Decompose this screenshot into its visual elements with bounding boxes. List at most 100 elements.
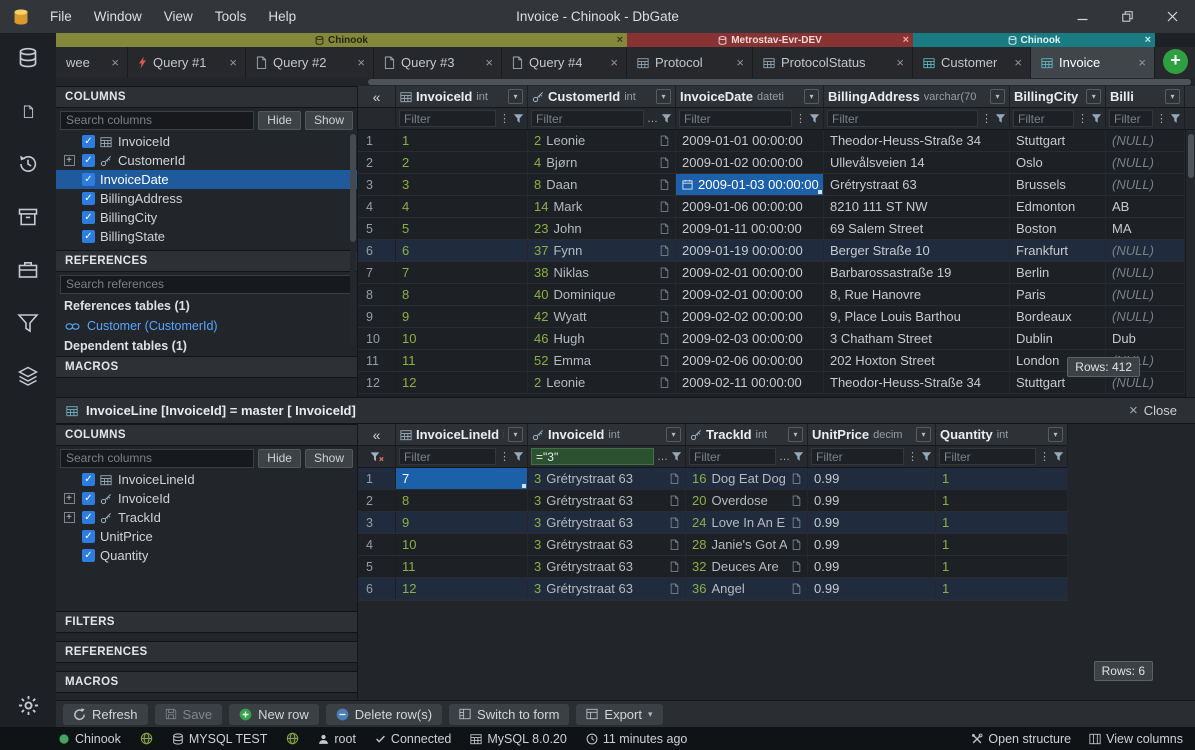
close-group-icon[interactable]: × xyxy=(903,33,909,47)
column-dropdown-button[interactable]: ▾ xyxy=(508,427,523,442)
cell-customerid[interactable]: 2Leonie xyxy=(528,130,676,151)
cell-customerid[interactable]: 23John xyxy=(528,218,676,239)
column-header-invoiceid[interactable]: InvoiceIdint▾ xyxy=(396,86,528,107)
row-number[interactable]: 3 xyxy=(358,512,396,533)
funnel-icon[interactable] xyxy=(809,113,820,124)
funnel-icon[interactable] xyxy=(671,451,682,462)
tab-wee[interactable]: wee× xyxy=(56,47,128,78)
column-dropdown-button[interactable]: ▾ xyxy=(804,89,819,104)
cell-invoiceid-fk[interactable]: 3Grétrystraat 63 xyxy=(528,512,686,533)
filter-input-unitprice[interactable]: Filter xyxy=(811,448,904,465)
lookup-document-icon[interactable] xyxy=(792,561,801,572)
cell-invoiceid[interactable]: 4 xyxy=(396,196,528,217)
funnel-icon[interactable] xyxy=(793,451,804,462)
cell-invoicedate[interactable]: 2009-01-06 00:00:00 xyxy=(676,196,824,217)
filter-input-invoiceid[interactable]: Filter xyxy=(399,110,496,127)
checkbox-billingaddress[interactable] xyxy=(82,192,95,205)
restore-button[interactable] xyxy=(1105,0,1150,33)
lookup-document-icon[interactable] xyxy=(792,473,801,484)
cell-billingcity[interactable]: Edmonton xyxy=(1010,196,1106,217)
cell-quantity[interactable]: 1 xyxy=(936,556,1068,577)
cell-billingcity[interactable]: Paris xyxy=(1010,284,1106,305)
cell-customerid[interactable]: 2Leonie xyxy=(528,372,676,393)
column-item-invoicelineid[interactable]: InvoiceLineId xyxy=(56,470,357,489)
filter-menu-button[interactable]: ⋮ xyxy=(1039,450,1050,463)
column-dropdown-button[interactable]: ▾ xyxy=(916,427,931,442)
close-tab-icon[interactable]: × xyxy=(229,55,237,70)
checkbox-unitprice[interactable] xyxy=(82,530,95,543)
lookup-document-icon[interactable] xyxy=(660,289,669,300)
export-button[interactable]: Export▾ xyxy=(576,704,662,725)
new-tab-button[interactable]: + xyxy=(1163,49,1188,74)
layers-icon[interactable] xyxy=(16,364,40,388)
column-item-invoicedate[interactable]: InvoiceDate xyxy=(56,170,357,189)
cell-customerid[interactable]: 4Bjørn xyxy=(528,152,676,173)
row-number[interactable]: 6 xyxy=(358,578,396,599)
funnel-icon[interactable] xyxy=(921,451,932,462)
cell-customerid[interactable]: 37Fynn xyxy=(528,240,676,261)
row-number[interactable]: 6 xyxy=(358,240,396,261)
column-dropdown-button[interactable]: ▾ xyxy=(508,89,523,104)
close-tab-icon[interactable]: × xyxy=(1138,55,1146,70)
tab-group-chinook-2[interactable]: Chinook× xyxy=(913,33,1155,47)
close-tab-icon[interactable]: × xyxy=(610,55,618,70)
filter-menu-button[interactable]: ⋮ xyxy=(499,112,510,125)
lookup-document-icon[interactable] xyxy=(670,495,679,506)
filter-input-billingcity[interactable]: Filter xyxy=(1013,110,1074,127)
cell-invoiceid[interactable]: 3 xyxy=(396,174,528,195)
checkbox-customerid[interactable] xyxy=(82,154,95,167)
cell-invoiceid-fk[interactable]: 3Grétrystraat 63 xyxy=(528,468,686,489)
cell-invoiceid-fk[interactable]: 3Grétrystraat 63 xyxy=(528,490,686,511)
column-header-billi[interactable]: Billi▾ xyxy=(1106,86,1185,107)
cell-billingcity[interactable]: Stuttgart xyxy=(1010,130,1106,151)
cell-invoiceid[interactable]: 9 xyxy=(396,306,528,327)
menu-view[interactable]: View xyxy=(153,0,204,33)
cell-customerid[interactable]: 42Wyatt xyxy=(528,306,676,327)
row-number[interactable]: 1 xyxy=(358,468,396,489)
cell-billingaddress[interactable]: Grétrystraat 63 xyxy=(824,174,1010,195)
cell-billingaddress[interactable]: Theodor-Heuss-Straße 34 xyxy=(824,372,1010,393)
row-number[interactable]: 4 xyxy=(358,534,396,555)
tabs-scrollbar[interactable] xyxy=(56,78,1195,86)
row-number[interactable]: 3 xyxy=(358,174,396,195)
cell-unitprice[interactable]: 0.99 xyxy=(808,534,936,555)
cell-billingaddress[interactable]: 9, Place Louis Barthou xyxy=(824,306,1010,327)
cell-quantity[interactable]: 1 xyxy=(936,490,1068,511)
column-header-quantity[interactable]: Quantityint▾ xyxy=(936,424,1068,445)
column-header-unitprice[interactable]: UnitPricedecim▾ xyxy=(808,424,936,445)
row-number[interactable]: 2 xyxy=(358,490,396,511)
column-header-customerid[interactable]: CustomerIdint▾ xyxy=(528,86,676,107)
row-number[interactable]: 1 xyxy=(358,130,396,151)
column-item-invoiceid[interactable]: InvoiceId xyxy=(56,132,357,151)
cell-trackid[interactable]: 28Janie's Got A xyxy=(686,534,808,555)
cell-quantity[interactable]: 1 xyxy=(936,512,1068,533)
filter-menu-button[interactable]: … xyxy=(779,451,790,463)
reference-link-customer-customerid[interactable]: Customer (CustomerId) xyxy=(56,316,357,336)
delete-row-s-button[interactable]: Delete row(s) xyxy=(326,704,442,725)
filter-input-billingaddress[interactable]: Filter xyxy=(827,110,978,127)
cell-billingcity[interactable]: Brussels xyxy=(1010,174,1106,195)
cell-trackid[interactable]: 24Love In An E xyxy=(686,512,808,533)
cell-unitprice[interactable]: 0.99 xyxy=(808,556,936,577)
cell-billingaddress[interactable]: Theodor-Heuss-Straße 34 xyxy=(824,130,1010,151)
cell-billingaddress[interactable]: 8, Rue Hanovre xyxy=(824,284,1010,305)
menu-file[interactable]: File xyxy=(39,0,83,33)
macros-section-header-detail[interactable]: MACROS xyxy=(56,671,357,693)
cell-billingcity[interactable]: Bordeaux xyxy=(1010,306,1106,327)
status-mysql-test[interactable]: MYSQL TEST xyxy=(172,732,268,746)
cell-trackid[interactable]: 32Deuces Are xyxy=(686,556,808,577)
cell-billingaddress[interactable]: Ullevålsveien 14 xyxy=(824,152,1010,173)
status-view-columns[interactable]: View columns xyxy=(1089,732,1183,746)
funnel-icon[interactable] xyxy=(1170,113,1181,124)
cell-billingcity[interactable]: Dublin xyxy=(1010,328,1106,349)
cell-billingstate[interactable]: Dub xyxy=(1106,328,1185,349)
cell-billingaddress[interactable]: 3 Chatham Street xyxy=(824,328,1010,349)
column-header-invoicedate[interactable]: InvoiceDatedateti▾ xyxy=(676,86,824,107)
lookup-document-icon[interactable] xyxy=(670,561,679,572)
status-open-structure[interactable]: Open structure xyxy=(971,732,1071,746)
column-item-invoiceid[interactable]: +InvoiceId xyxy=(56,489,357,508)
menu-tools[interactable]: Tools xyxy=(204,0,258,33)
column-item-customerid[interactable]: +CustomerId xyxy=(56,151,357,170)
cell-invoiceid[interactable]: 8 xyxy=(396,284,528,305)
cell-invoiceid[interactable]: 12 xyxy=(396,372,528,393)
